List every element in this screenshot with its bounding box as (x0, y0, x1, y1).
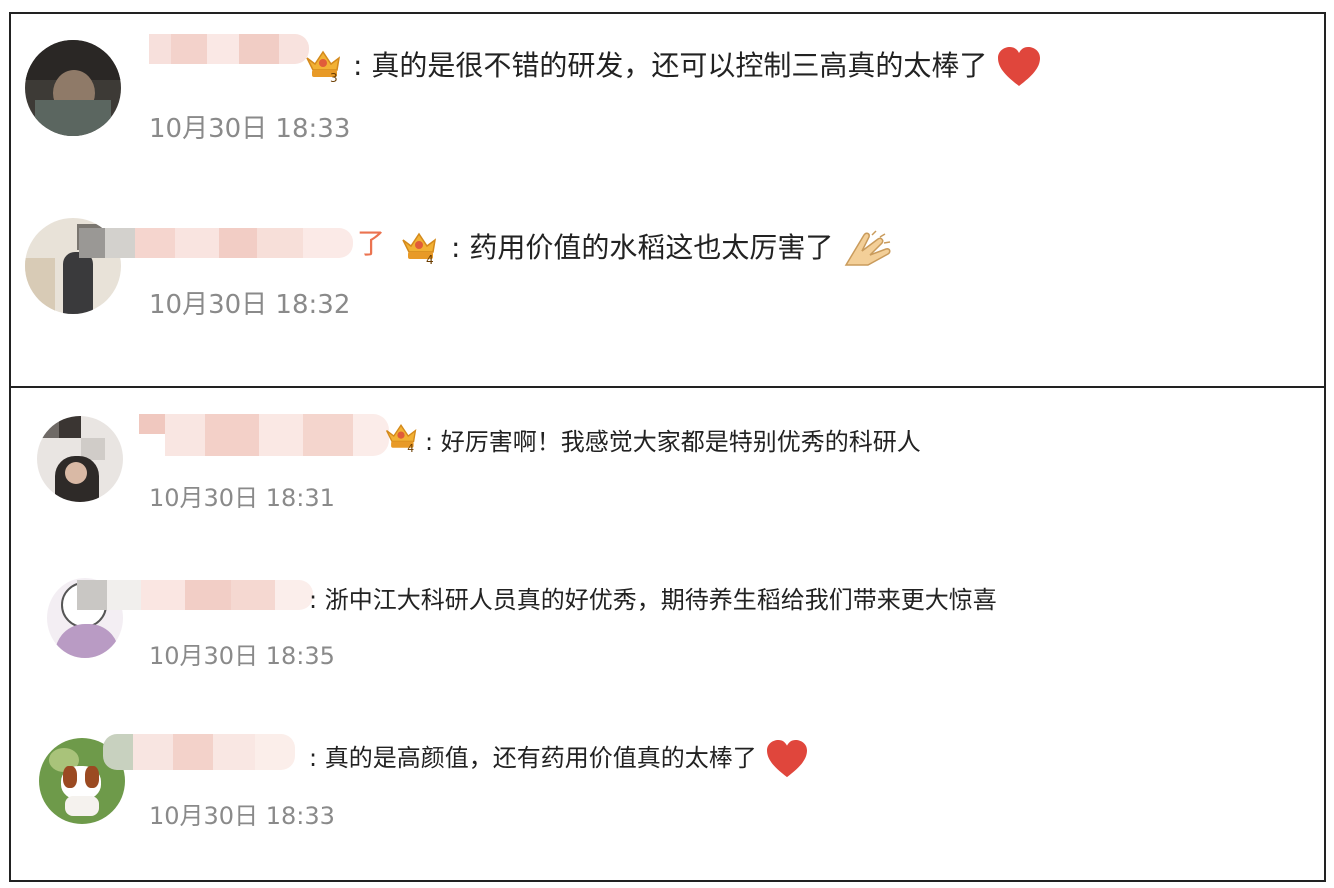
comment-panel-bottom: 4 : 好厉害啊！我感觉大家都是特别优秀的科研人 10月30日 18:31 : … (9, 386, 1326, 882)
username-blurred[interactable] (149, 34, 309, 64)
crown-badge-icon: 3 (306, 50, 341, 84)
timestamp: 10月30日 18:33 (149, 114, 351, 144)
comment-panel-top: 3 : 真的是很不错的研发，还可以控制三高真的太棒了 10月30日 18:33 … (9, 12, 1326, 388)
comment-text: : 真的是高颜值，还有药用价值真的太棒了 (309, 738, 810, 779)
heart-icon (767, 739, 808, 778)
comment-item: 4 : 好厉害啊！我感觉大家都是特别优秀的科研人 10月30日 18:31 (11, 388, 1324, 548)
crown-badge-icon: 4 (402, 232, 437, 266)
timestamp: 10月30日 18:35 (149, 642, 335, 670)
username-blurred[interactable] (77, 580, 313, 610)
clap-icon (844, 230, 891, 266)
crown-badge-icon: 4 (385, 423, 417, 454)
comment-item: : 真的是高颜值，还有药用价值真的太棒了 10月30日 18:33 (11, 708, 1324, 878)
timestamp: 10月30日 18:33 (149, 802, 335, 830)
svg-text:3: 3 (330, 71, 338, 84)
comment-text: : 浙中江大科研人员真的好优秀，期待养生稻给我们带来更大惊喜 (309, 586, 997, 614)
svg-text:4: 4 (407, 442, 414, 454)
comment-item: 3 : 真的是很不错的研发，还可以控制三高真的太棒了 10月30日 18:33 (11, 14, 1324, 184)
comment-item: : 浙中江大科研人员真的好优秀，期待养生稻给我们带来更大惊喜 10月30日 18… (11, 548, 1324, 708)
comment-text: : 真的是很不错的研发，还可以控制三高真的太棒了 (353, 44, 1042, 88)
timestamp: 10月30日 18:31 (149, 484, 335, 512)
username-tail[interactable]: 了 (357, 222, 385, 260)
svg-text:4: 4 (426, 253, 434, 266)
avatar[interactable] (25, 40, 121, 136)
timestamp: 10月30日 18:32 (149, 290, 351, 320)
username-blurred[interactable] (139, 414, 389, 456)
comment-text: : 药用价值的水稻这也太厉害了 (451, 226, 898, 269)
username-blurred[interactable] (103, 734, 303, 770)
avatar[interactable] (37, 416, 123, 502)
comment-item: 了 4 : 药用价值的水稻这也太厉害了 10月30日 18:32 (11, 184, 1324, 384)
comment-text: : 好厉害啊！我感觉大家都是特别优秀的科研人 (425, 428, 921, 456)
heart-icon (998, 47, 1041, 86)
username-blurred[interactable] (79, 228, 359, 258)
